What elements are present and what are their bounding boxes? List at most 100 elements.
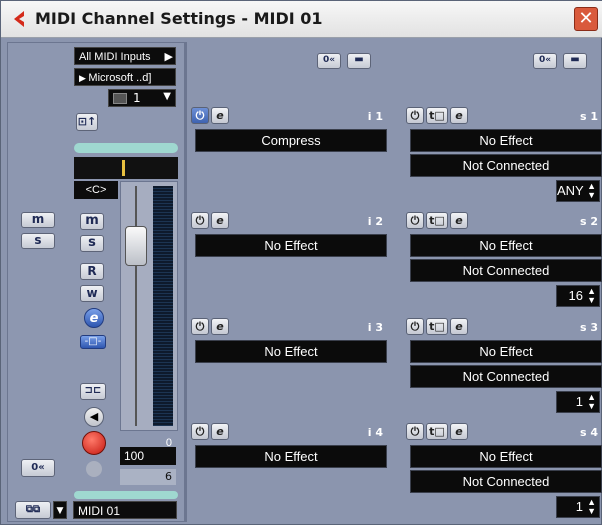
send-channel-text: ANY [557,183,584,198]
send-label: s 1 [579,110,598,123]
insert-slot-3: ⏻ e i 3 No Effect [191,318,387,378]
pan-value: <C> [74,181,118,199]
read-automation-button[interactable]: R [80,263,104,280]
fold-inserts-button[interactable]: ▬ [347,53,371,69]
power-icon[interactable]: ⏻ [406,318,424,335]
send-channel-value[interactable]: 1 ▲ ▼ [556,496,600,518]
send-channel-text: 16 [568,288,583,303]
arrow-menu-button[interactable]: ▼ [53,501,67,519]
edit-icon[interactable]: e [450,423,468,440]
pre-post-icon[interactable]: t□ [426,423,448,440]
insert-effect-field[interactable]: No Effect [195,234,387,257]
input-routing-label: All MIDI Inputs [79,51,151,63]
pre-post-icon[interactable]: t□ [426,318,448,335]
send-connection-field[interactable]: Not Connected [410,154,602,177]
cubase-logo-icon [14,11,24,27]
edit-icon[interactable]: e [450,212,468,229]
insert-label: i 2 [367,215,383,228]
send-slot-2: ⏻ t□ e s 2 No Effect Not Connected 16 ▲ ▼ [406,212,602,307]
send-channel-value[interactable]: ANY ▲ ▼ [556,180,600,202]
window-title: MIDI Channel Settings - MIDI 01 [35,9,323,28]
output-routing-label: Microsoft ..d] [88,72,152,84]
send-effect-field[interactable]: No Effect [410,340,602,363]
insert-label: i 1 [367,110,383,123]
record-enable-button[interactable] [82,431,106,455]
copy-button[interactable]: ⧉⧉ [15,501,51,519]
edit-icon[interactable]: e [450,107,468,124]
pan-indicator [122,160,125,176]
channel-select[interactable]: 1 ▼ [108,89,176,107]
speaker-icon[interactable]: ◀ [84,407,104,427]
keyboard-icon [113,93,127,104]
spin-arrows-icon: ▲ ▼ [587,181,596,200]
bypass-sends-button[interactable]: 0« [533,53,557,69]
solo-button[interactable]: s [80,235,104,252]
send-channel-text: 1 [575,394,583,409]
program-value[interactable]: 6 [120,469,176,485]
bypass-inserts-button[interactable]: 0« [317,53,341,69]
insert-slot-2: ⏻ e i 2 No Effect [191,212,387,272]
volume-fader[interactable] [120,181,178,431]
send-effect-field[interactable]: No Effect [410,129,602,152]
pan-display[interactable] [74,157,178,179]
fader-track [135,186,137,426]
midi-channel-settings-window: MIDI Channel Settings - MIDI 01 ✕ All MI… [0,0,602,525]
power-icon[interactable]: ⏻ [191,423,209,440]
channel-value: 1 [133,91,141,105]
insert-effect-field[interactable]: Compress [195,129,387,152]
track-color-bar-bottom [74,491,178,499]
dropdown-arrow-icon: ▼ [163,91,171,102]
edit-insert-button[interactable]: ⊡↑ [76,113,98,131]
send-effect-field[interactable]: No Effect [410,234,602,257]
edit-icon[interactable]: e [450,318,468,335]
insert-label: i 4 [367,426,383,439]
send-connection-field[interactable]: Not Connected [410,365,602,388]
triangle-right-icon: ▶ [79,73,89,83]
show-m-button[interactable]: m [21,212,55,228]
edit-icon[interactable]: e [211,423,229,440]
send-label: s 3 [579,321,598,334]
pre-post-icon[interactable]: t□ [426,212,448,229]
triangle-right-icon: ▶ [164,51,173,63]
spin-arrows-icon: ▲ ▼ [587,286,596,305]
power-icon[interactable]: ⏻ [191,318,209,335]
send-channel-value[interactable]: 16 ▲ ▼ [556,285,600,307]
close-button[interactable]: ✕ [574,7,598,31]
insert-effect-field[interactable]: No Effect [195,340,387,363]
input-routing-field[interactable]: All MIDI Inputs ▶ [74,47,176,65]
send-slot-3: ⏻ t□ e s 3 No Effect Not Connected 1 ▲ ▼ [406,318,602,413]
bypass-left-button[interactable]: 0« [21,459,55,477]
send-label: s 4 [579,426,598,439]
monitor-off-icon [86,461,102,477]
edit-channel-button[interactable]: e [84,308,104,328]
send-label: s 2 [579,215,598,228]
pre-post-icon[interactable]: t□ [426,107,448,124]
power-icon[interactable]: ⏻ [406,107,424,124]
insert-effect-field[interactable]: No Effect [195,445,387,468]
edit-icon[interactable]: e [211,318,229,335]
spin-arrows-icon: ▲ ▼ [587,392,596,411]
title-bar: MIDI Channel Settings - MIDI 01 ✕ [1,1,602,38]
power-icon[interactable]: ⏻ [191,107,209,124]
power-icon[interactable]: ⏻ [406,212,424,229]
send-channel-value[interactable]: 1 ▲ ▼ [556,391,600,413]
edit-icon[interactable]: e [211,212,229,229]
send-connection-field[interactable]: Not Connected [410,470,602,493]
power-icon[interactable]: ⏻ [191,212,209,229]
fader-cap[interactable] [125,226,147,266]
send-connection-field[interactable]: Not Connected [410,259,602,282]
edit-icon[interactable]: e [211,107,229,124]
input-transformer-button[interactable]: ⊐⊏ [80,383,106,400]
insert-label: i 3 [367,321,383,334]
power-icon[interactable]: ⏻ [406,423,424,440]
show-s-button[interactable]: s [21,233,55,249]
send-channel-text: 1 [575,499,583,514]
track-name-field[interactable]: MIDI 01 [73,501,177,519]
mute-button[interactable]: m [80,213,104,230]
monitor-button[interactable]: -□- [80,335,106,349]
fold-sends-button[interactable]: ▬ [563,53,587,69]
volume-value[interactable]: 100 [120,447,176,465]
output-routing-field[interactable]: ▶ Microsoft ..d] [74,68,176,86]
send-effect-field[interactable]: No Effect [410,445,602,468]
write-automation-button[interactable]: w [80,285,104,302]
